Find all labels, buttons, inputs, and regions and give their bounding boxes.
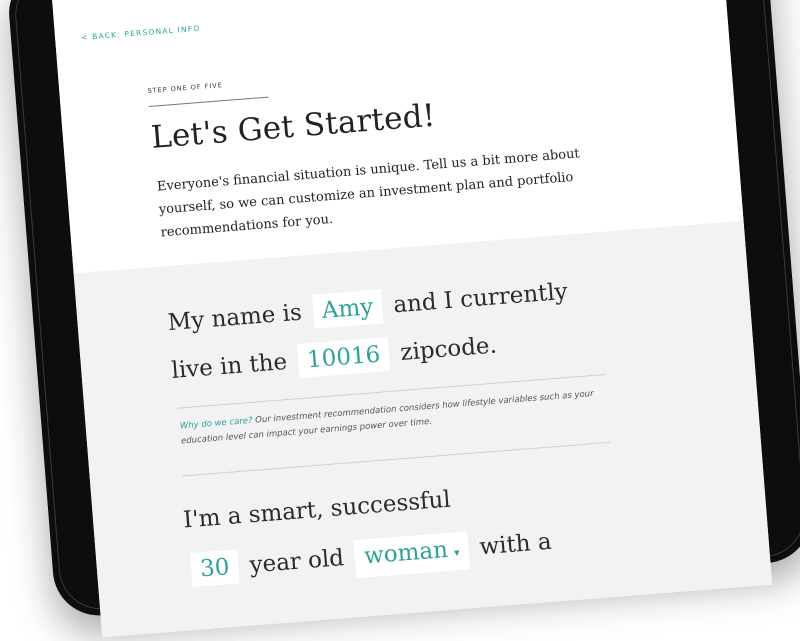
gender-select-value: woman [363, 536, 449, 570]
why-we-care-note: Why do we care? Our investment recommend… [179, 387, 600, 450]
age-input[interactable]: 30 [189, 549, 240, 588]
step-divider [148, 96, 269, 108]
why-we-care-label: Why do we care? [179, 415, 253, 432]
tablet-screen: < BACK: PERSONAL INFO STEP ONE OF FIVE L… [52, 0, 773, 638]
back-link[interactable]: < BACK: PERSONAL INFO [81, 24, 201, 42]
step-indicator: STEP ONE OF FIVE [147, 81, 224, 96]
sentence-text: year old [248, 545, 345, 579]
intro-text: Everyone's financial situation is unique… [156, 146, 581, 241]
sentence-text: with a [478, 528, 553, 561]
sentence-text: zipcode. [399, 332, 498, 366]
sentence-text: My name is [166, 299, 303, 337]
mad-lib-form: My name is Amy and I currently live in t… [73, 220, 773, 638]
sentence-text: live in the [170, 348, 289, 384]
gender-select[interactable]: woman ▾ [353, 531, 470, 579]
divider [181, 441, 611, 477]
page-title: Let's Get Started! [149, 97, 437, 156]
chevron-down-icon: ▾ [453, 546, 461, 560]
zipcode-input[interactable]: 10016 [296, 336, 391, 379]
tablet-device: < BACK: PERSONAL INFO STEP ONE OF FIVE L… [5, 0, 800, 638]
sentence-text: and I currently [392, 278, 569, 319]
name-input[interactable]: Amy [311, 289, 384, 329]
